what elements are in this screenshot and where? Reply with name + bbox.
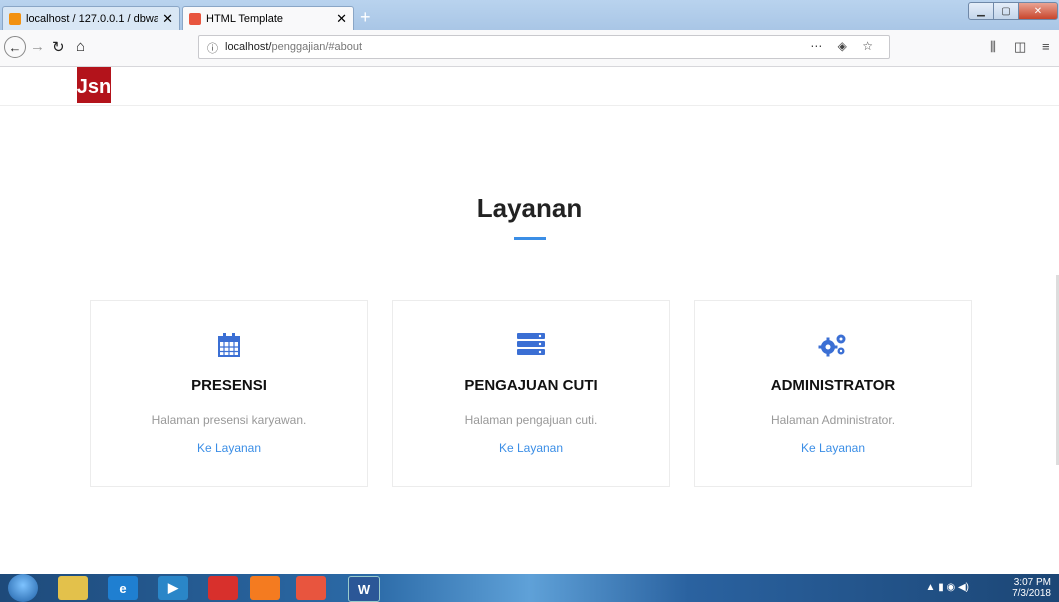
- forward-icon[interactable]: →: [30, 38, 45, 55]
- home-icon[interactable]: ⌂: [76, 38, 85, 55]
- logo-text: Jsn: [76, 76, 112, 98]
- service-link[interactable]: Ke Layanan: [393, 441, 669, 455]
- close-tab-icon[interactable]: ✕: [162, 11, 173, 27]
- sidebar-icon[interactable]: ◫: [1014, 39, 1026, 55]
- service-description: Halaman pengajuan cuti.: [464, 413, 598, 427]
- site-logo[interactable]: Jsn: [77, 67, 111, 103]
- tab-phpmyadmin[interactable]: localhost / 127.0.0.1 / dbwages ✕: [2, 6, 180, 30]
- app-icon[interactable]: [208, 576, 238, 600]
- service-card-administrator: ADMINISTRATOR Halaman Administrator. Ke …: [694, 300, 972, 487]
- system-tray[interactable]: ▲ ▮ ◉ ◀): [926, 582, 969, 593]
- explorer-icon[interactable]: [58, 576, 88, 600]
- taskbar: e ▶ W ▲ ▮ ◉ ◀) 3:07 PM 7/3/2018: [0, 574, 1059, 602]
- service-title: ADMINISTRATOR: [770, 377, 896, 394]
- server-icon: [393, 333, 669, 359]
- media-player-icon[interactable]: ▶: [158, 576, 188, 600]
- service-card-presensi: PRESENSI Halaman presensi karyawan. Ke L…: [90, 300, 368, 487]
- minimize-icon[interactable]: ▁: [968, 2, 994, 20]
- service-card-pengajuan-cuti: PENGAJUAN CUTI Halaman pengajuan cuti. K…: [392, 300, 670, 487]
- word-icon[interactable]: W: [348, 576, 380, 602]
- service-description: Halaman presensi karyawan.: [151, 413, 307, 427]
- tab-html-template[interactable]: HTML Template ✕: [182, 6, 354, 31]
- menu-icon[interactable]: ≡: [1042, 39, 1050, 54]
- start-button[interactable]: [8, 574, 38, 602]
- tab-strip: localhost / 127.0.0.1 / dbwages ✕ HTML T…: [0, 0, 1059, 31]
- new-tab-icon[interactable]: +: [360, 7, 371, 28]
- info-icon[interactable]: ⓘ: [207, 40, 218, 56]
- service-link[interactable]: Ke Layanan: [91, 441, 367, 455]
- url-text[interactable]: localhost/penggajian/#about: [225, 41, 362, 53]
- ie-icon[interactable]: e: [108, 576, 138, 600]
- firefox-icon[interactable]: [250, 576, 280, 600]
- service-link[interactable]: Ke Layanan: [695, 441, 971, 455]
- gears-icon: [695, 333, 971, 359]
- reload-icon[interactable]: ↻: [52, 38, 65, 56]
- clock-date: 7/3/2018: [1012, 588, 1051, 599]
- service-title: PENGAJUAN CUTI: [464, 377, 598, 394]
- navigation-bar: ← → ↻ ⌂ ⓘ localhost/penggajian/#about ⋯ …: [0, 30, 1059, 67]
- tab-label: HTML Template: [206, 13, 284, 25]
- service-description: Halaman Administrator.: [770, 413, 896, 427]
- back-icon[interactable]: ←: [4, 36, 26, 58]
- clock-time: 3:07 PM: [1013, 577, 1051, 588]
- title-underline: [514, 237, 546, 240]
- url-bar[interactable]: ⓘ localhost/penggajian/#about ⋯ ◈ ☆: [198, 35, 890, 59]
- maximize-icon[interactable]: ▢: [993, 2, 1019, 20]
- calendar-icon: [91, 333, 367, 359]
- page-actions-icon[interactable]: ⋯ ◈ ☆: [810, 39, 879, 53]
- window-close-icon[interactable]: ✕: [1018, 2, 1058, 20]
- template-icon: [189, 13, 201, 25]
- close-tab-icon[interactable]: ✕: [336, 11, 347, 27]
- library-icon[interactable]: ⫼: [990, 39, 996, 55]
- phpmyadmin-icon: [9, 12, 21, 25]
- site-header: Jsn: [0, 67, 1059, 106]
- xampp-icon[interactable]: [296, 576, 326, 600]
- clock[interactable]: 3:07 PM 7/3/2018: [1012, 577, 1051, 599]
- tab-label: localhost / 127.0.0.1 / dbwages: [26, 12, 159, 25]
- section-title: Layanan: [476, 193, 583, 223]
- service-title: PRESENSI: [191, 377, 267, 394]
